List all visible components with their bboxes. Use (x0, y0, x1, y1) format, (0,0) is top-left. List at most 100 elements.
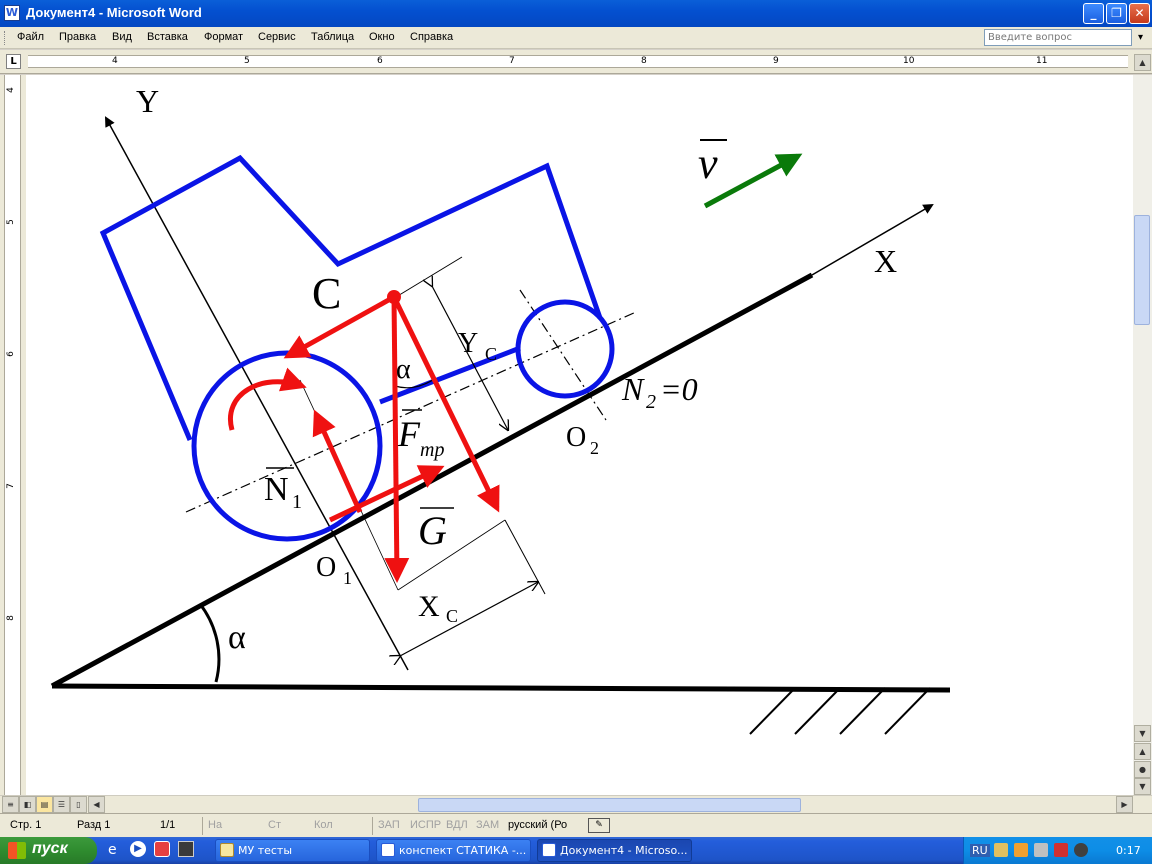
vruler-number: 6 (5, 351, 16, 357)
g-component-line (397, 519, 506, 591)
status-at: На (208, 819, 223, 831)
ruler-number: 6 (377, 56, 383, 66)
vruler-number: 5 (5, 219, 16, 225)
ruler-number: 5 (244, 56, 250, 66)
security-icon[interactable] (1054, 843, 1068, 857)
label-n1: N (264, 471, 289, 508)
outline-view-icon[interactable]: ☰ (53, 796, 70, 813)
network-icon[interactable] (1034, 843, 1048, 857)
tab-selector-button[interactable]: L (6, 54, 21, 69)
clock[interactable]: 0:17 (1116, 844, 1141, 857)
ground-hatch (749, 687, 931, 735)
menu-file[interactable]: Файл (17, 31, 44, 43)
ruler-strip[interactable] (28, 55, 1128, 68)
menu-bar: Файл Правка Вид Вставка Формат Сервис Та… (0, 27, 1152, 49)
menu-tools[interactable]: Сервис (258, 31, 296, 43)
menu-window[interactable]: Окно (369, 31, 395, 43)
prev-page-icon[interactable]: ▲ (1134, 743, 1151, 760)
toolbar-grip[interactable] (4, 31, 7, 45)
label-v: v (698, 139, 718, 188)
scroll-up-icon[interactable]: ▲ (1134, 54, 1151, 71)
status-section: Разд 1 (77, 819, 111, 831)
vertical-scrollbar[interactable]: ▼ ▲ ● ▼ (1133, 75, 1152, 795)
scroll-thumb[interactable] (1134, 215, 1150, 325)
save-disk-icon[interactable] (178, 841, 194, 857)
start-button[interactable]: пуск (0, 837, 97, 864)
scroll-down-icon[interactable]: ▼ (1134, 725, 1151, 742)
folder-icon (220, 843, 234, 857)
next-page-icon[interactable]: ▼ (1134, 778, 1151, 795)
label-yc-sub: C (485, 344, 497, 364)
status-col: Кол (314, 819, 333, 831)
minimize-button[interactable]: _ (1083, 3, 1104, 24)
word-doc-icon (542, 843, 556, 857)
tray-app-icon[interactable] (994, 843, 1008, 857)
ask-dropdown-icon[interactable]: ▾ (1138, 32, 1143, 43)
vertical-ruler-strip[interactable] (4, 75, 21, 795)
close-button[interactable]: ✕ (1129, 3, 1150, 24)
force-n1 (312, 409, 363, 514)
task-document4[interactable]: Документ4 - Microso... (537, 839, 692, 862)
x-axis (811, 203, 934, 276)
vruler-number: 7 (5, 483, 16, 489)
task-konspekt[interactable]: конспект СТАТИКА -... (376, 839, 531, 862)
label-c: C (312, 269, 341, 318)
status-rec[interactable]: ЗАП (378, 819, 400, 831)
spelling-status-icon[interactable]: ✎ (588, 818, 610, 833)
mechanics-diagram: Y X C v Y C α F тр N 2 =0 O 2 N 1 G O 1 … (50, 83, 951, 735)
horizontal-scroll-thumb[interactable] (418, 798, 801, 812)
status-bar: Стр. 1 Разд 1 1/1 На Ст Кол ЗАП ИСПР ВДЛ… (0, 813, 1152, 837)
volume-icon[interactable] (1074, 843, 1088, 857)
ruler-number: 9 (773, 56, 779, 66)
web-view-icon[interactable]: ◧ (19, 796, 36, 813)
browse-object-icon[interactable]: ● (1134, 761, 1151, 778)
media-player-icon[interactable]: ▶ (130, 841, 146, 857)
task-mu-tests[interactable]: МУ тесты (215, 839, 370, 862)
vehicle-body (99, 154, 603, 441)
label-o2-sub: 2 (590, 438, 599, 458)
menu-help[interactable]: Справка (410, 31, 453, 43)
status-ext[interactable]: ВДЛ (446, 819, 468, 831)
document-page[interactable]: Y X C v Y C α F тр N 2 =0 O 2 N 1 G O 1 … (26, 75, 1133, 795)
tray-app-icon[interactable] (1014, 843, 1028, 857)
ruler-number: 11 (1036, 56, 1048, 66)
scroll-left-icon[interactable]: ◀ (88, 796, 105, 813)
menu-edit[interactable]: Правка (59, 31, 96, 43)
taskbar: пуск e ▶ МУ тесты конспект СТАТИКА -... … (0, 837, 1152, 864)
print-view-icon[interactable]: ▤ (36, 796, 53, 813)
status-trk[interactable]: ИСПР (410, 819, 441, 831)
status-ovr[interactable]: ЗАМ (476, 819, 499, 831)
ruler-number: 7 (509, 56, 515, 66)
incline-line (50, 272, 814, 689)
normal-view-icon[interactable]: ≡ (2, 796, 19, 813)
status-line: Ст (268, 819, 281, 831)
menu-table[interactable]: Таблица (311, 31, 354, 43)
quicklaunch-icon[interactable] (154, 841, 170, 857)
scroll-right-icon[interactable]: ▶ (1116, 796, 1133, 813)
menu-view[interactable]: Вид (112, 31, 132, 43)
xc-extension (504, 519, 546, 595)
menu-insert[interactable]: Вставка (147, 31, 188, 43)
label-n2-eq: =0 (660, 371, 698, 407)
menu-format[interactable]: Формат (204, 31, 243, 43)
label-y: Y (136, 83, 159, 119)
ruler-number: 8 (641, 56, 647, 66)
ie-icon[interactable]: e (108, 842, 117, 858)
force-g-component (391, 295, 500, 513)
vruler-number: 4 (5, 87, 16, 93)
language-indicator[interactable]: RU (970, 844, 990, 857)
c-extension-line (395, 256, 463, 298)
word-app-icon[interactable]: W (4, 5, 20, 21)
reading-view-icon[interactable]: ▯ (70, 796, 87, 813)
horizontal-ruler[interactable]: L 4 5 6 7 8 9 10 11 ▲ (0, 50, 1152, 74)
restore-button[interactable]: ❐ (1106, 3, 1127, 24)
start-label: пуск (32, 840, 68, 857)
label-ftr: F (397, 414, 421, 454)
window-title: Документ4 - Microsoft Word (26, 5, 202, 20)
ask-question-input[interactable]: Введите вопрос (984, 29, 1132, 46)
rotation-arrow (228, 367, 307, 431)
force-g (384, 296, 410, 583)
system-tray: RU 0:17 (963, 837, 1152, 864)
status-pages: 1/1 (160, 819, 176, 831)
label-xc: X (418, 590, 440, 623)
